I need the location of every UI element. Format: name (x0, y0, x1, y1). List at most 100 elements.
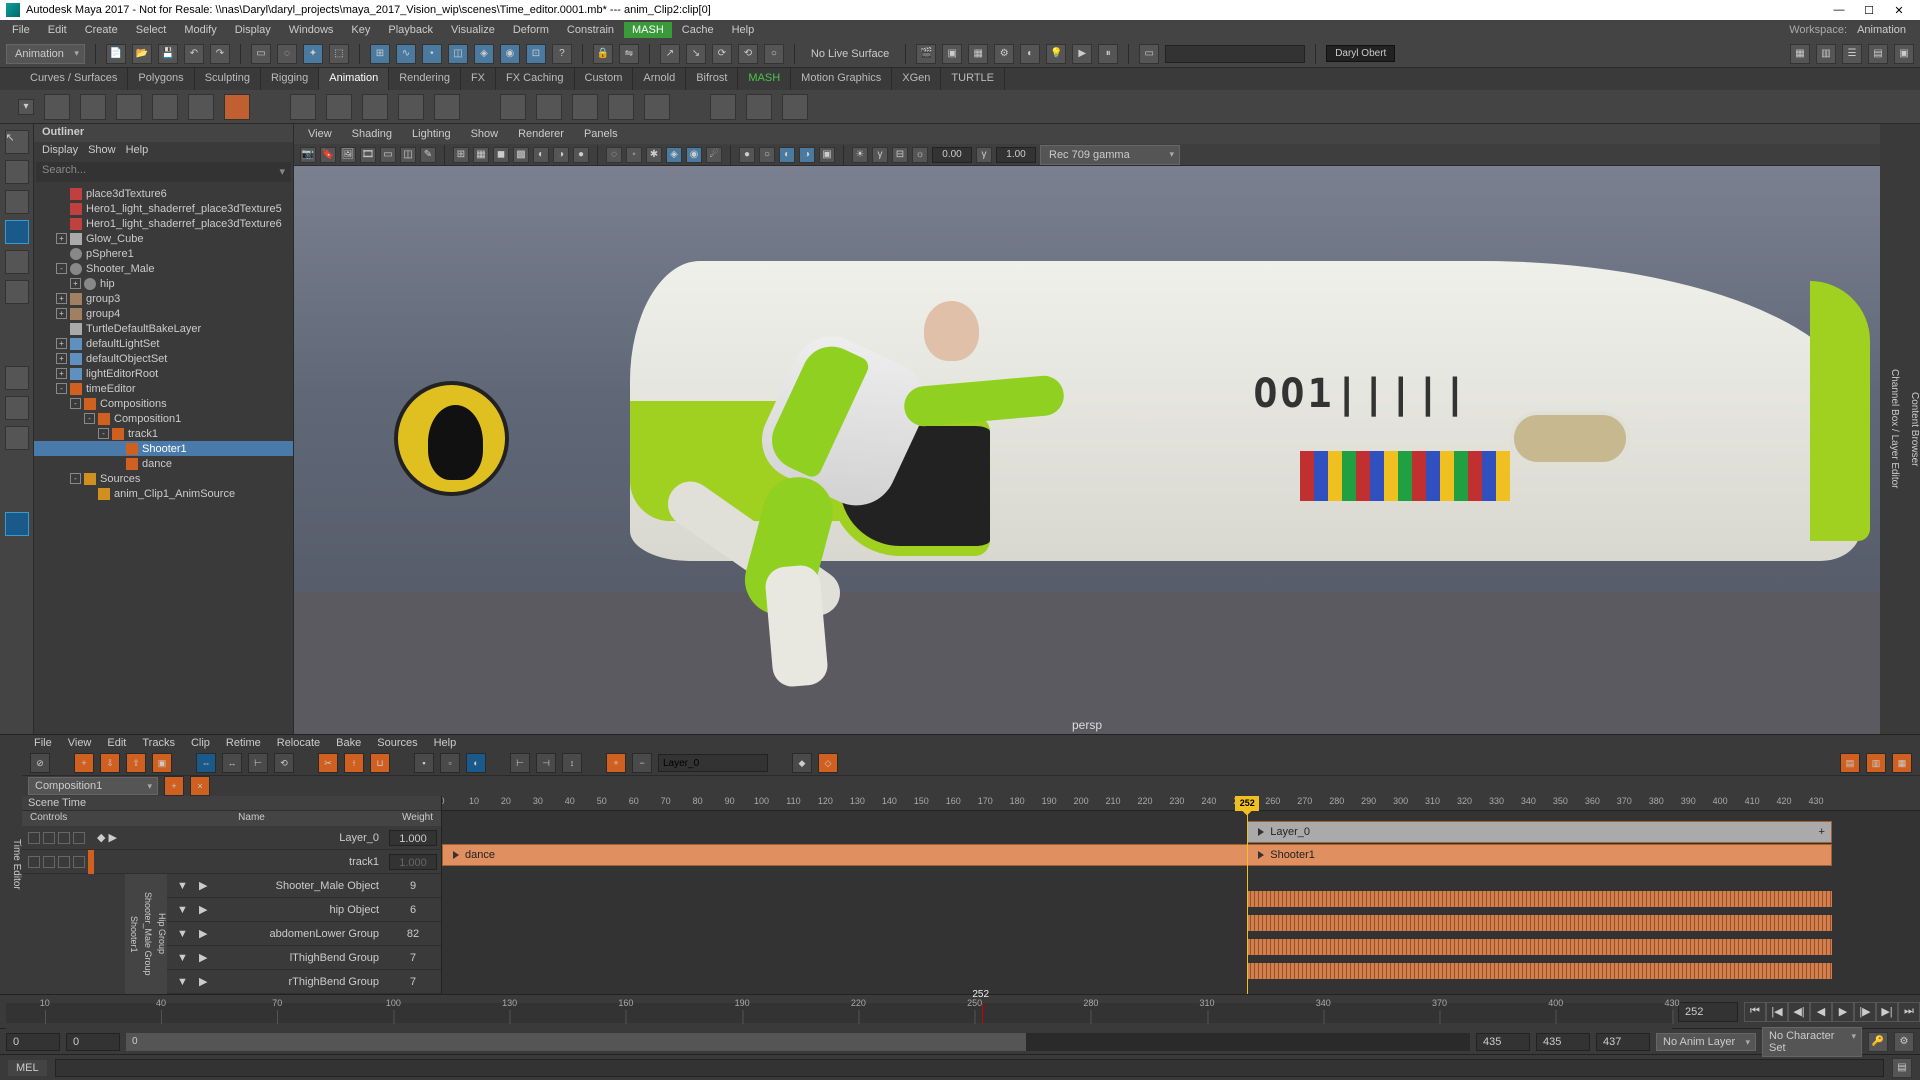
outliner-item[interactable]: -Shooter_Male (34, 261, 293, 276)
te-layer-field[interactable] (658, 754, 768, 772)
vp-light-icon[interactable]: ◐ (533, 147, 549, 163)
outliner-item[interactable]: dance (34, 456, 293, 471)
vp-mode2-icon[interactable]: ○ (759, 147, 775, 163)
maximize-button[interactable]: ☐ (1854, 4, 1884, 17)
track-subrow[interactable]: ▼▶Shooter_Male Object9 (167, 874, 441, 898)
add-composition-icon[interactable]: + (164, 776, 184, 796)
shelf-tab-rendering[interactable]: Rendering (389, 68, 461, 90)
vp-menu-panels[interactable]: Panels (576, 126, 626, 142)
outliner-item[interactable]: +Glow_Cube (34, 231, 293, 246)
outliner-item[interactable]: +defaultLightSet (34, 336, 293, 351)
play-fwd-icon[interactable]: ▶ (1832, 1002, 1854, 1022)
shelf-tab-arnold[interactable]: Arnold (633, 68, 686, 90)
range-track[interactable]: 0 (126, 1033, 1470, 1051)
open-scene-icon[interactable]: 📂 (132, 44, 152, 64)
te-snap1-icon[interactable]: ⊢ (510, 753, 530, 773)
snap-grid-icon[interactable]: ⊞ (370, 44, 390, 64)
new-scene-icon[interactable]: 📄 (106, 44, 126, 64)
menu-modify[interactable]: Modify (176, 22, 224, 38)
menu-create[interactable]: Create (77, 22, 126, 38)
te-menu-help[interactable]: Help (428, 737, 463, 749)
track-subrow[interactable]: ▼▶hip Object6 (167, 898, 441, 922)
shelf-tab-turtle[interactable]: TURTLE (941, 68, 1005, 90)
vp-gamma-icon[interactable]: γ (872, 147, 888, 163)
te-scale-icon[interactable]: ↔ (222, 753, 242, 773)
paint-select-icon[interactable]: ✦ (303, 44, 323, 64)
time-slider-ruler[interactable]: 1040701001301601902202502803103403704004… (6, 995, 1672, 1029)
layout-four-icon[interactable] (5, 426, 29, 450)
composition-dropdown[interactable]: Composition1 (28, 777, 158, 795)
vp-image-icon[interactable]: 🖼 (340, 147, 356, 163)
outliner-item[interactable]: +hip (34, 276, 293, 291)
step-fwd-icon[interactable]: |▶ (1854, 1002, 1876, 1022)
menu-file[interactable]: File (4, 22, 38, 38)
timeline-area[interactable]: 0102030405060708090100110120130140150160… (442, 796, 1920, 994)
range-end2[interactable]: 435 (1536, 1033, 1590, 1051)
outliner-item[interactable]: -timeEditor (34, 381, 293, 396)
sel-field-icon[interactable]: ▭ (1139, 44, 1159, 64)
module-selector[interactable]: Animation (6, 44, 85, 64)
lasso-select-icon[interactable]: ◌ (277, 44, 297, 64)
clip-shooter1[interactable]: Shooter1 (1247, 844, 1832, 866)
step-fwd-key-icon[interactable]: ▶| (1876, 1002, 1898, 1022)
content-browser-tab[interactable]: Content Browser (1900, 124, 1920, 734)
snap-curve-icon[interactable]: ∿ (396, 44, 416, 64)
shelf-key-icon[interactable] (44, 94, 70, 120)
outliner-item[interactable]: -Compositions (34, 396, 293, 411)
outliner-item[interactable]: +lightEditorRoot (34, 366, 293, 381)
go-start-icon[interactable]: ⏮ (1744, 1002, 1766, 1022)
te-menu-edit[interactable]: Edit (101, 737, 132, 749)
vp-menu-shading[interactable]: Shading (344, 126, 400, 142)
anim-layer-dropdown[interactable]: No Anim Layer (1656, 1033, 1756, 1051)
script-editor-icon[interactable]: ▤ (1892, 1058, 1912, 1078)
te-menu-clip[interactable]: Clip (185, 737, 216, 749)
vp-menu-renderer[interactable]: Renderer (510, 126, 572, 142)
vp-mode3-icon[interactable]: ◐ (779, 147, 795, 163)
hist-out-icon[interactable]: ↘ (686, 44, 706, 64)
shelf-unghost-icon[interactable] (326, 94, 352, 120)
shelf-dope-icon[interactable] (644, 94, 670, 120)
track-subrow[interactable]: ▼▶lThighBend Group7 (167, 946, 441, 970)
menu-windows[interactable]: Windows (281, 22, 342, 38)
shelf-breakdown-icon[interactable] (116, 94, 142, 120)
move-tool-icon[interactable] (5, 220, 29, 244)
menu-visualize[interactable]: Visualize (443, 22, 503, 38)
shelf-ik-icon[interactable] (188, 94, 214, 120)
te-keyall-icon[interactable]: ◇ (818, 753, 838, 773)
outliner-menu-display[interactable]: Display (42, 144, 78, 158)
te-key-icon[interactable]: ◆ (792, 753, 812, 773)
channel-box-tab[interactable]: Channel Box / Layer Editor (1880, 124, 1900, 734)
snap-help-icon[interactable]: ? (552, 44, 572, 64)
render-settings-icon[interactable]: ⚙ (994, 44, 1014, 64)
prefs-icon[interactable]: ⚙ (1894, 1032, 1914, 1052)
user-chip[interactable]: Daryl Obert (1326, 45, 1395, 62)
shelf-tab-curves-surfaces[interactable]: Curves / Surfaces (20, 68, 128, 90)
const-icon[interactable]: ⟳ (712, 44, 732, 64)
shelf-ghostall-icon[interactable] (362, 94, 388, 120)
vp-film-icon[interactable]: 🎞 (360, 147, 376, 163)
vp-mode1-icon[interactable]: ● (739, 147, 755, 163)
te-menu-relocate[interactable]: Relocate (271, 737, 326, 749)
vp-menu-view[interactable]: View (300, 126, 340, 142)
te-layer-icon[interactable]: + (606, 753, 626, 773)
menu-display[interactable]: Display (227, 22, 279, 38)
te-trim-icon[interactable]: ⊢ (248, 753, 268, 773)
te-loop-icon[interactable]: ⟲ (274, 753, 294, 773)
panel-layout1-icon[interactable]: ▦ (1790, 44, 1810, 64)
te-split-icon[interactable]: ✂ (318, 753, 338, 773)
current-frame-field[interactable]: 252 (1678, 1002, 1738, 1022)
vp-res-icon[interactable]: ◫ (400, 147, 416, 163)
layout-outliner-icon[interactable] (5, 512, 29, 536)
shelf-deform2-icon[interactable] (746, 94, 772, 120)
hist-in-icon[interactable]: ↗ (660, 44, 680, 64)
outliner-item[interactable]: Shooter1 (34, 441, 293, 456)
range-start1[interactable]: 0 (6, 1033, 60, 1051)
snap-toggle-icon[interactable]: ⊡ (526, 44, 546, 64)
te-solo-icon[interactable]: ▫ (440, 753, 460, 773)
vp-grid-icon[interactable]: ⊞ (453, 147, 469, 163)
outliner-search[interactable]: Search... (36, 162, 291, 182)
clip-layer_0[interactable]: Layer_0+ (1247, 821, 1832, 843)
vp-iso-icon[interactable]: ◦ (626, 147, 642, 163)
key-block[interactable] (1247, 915, 1832, 931)
menu-edit[interactable]: Edit (40, 22, 75, 38)
